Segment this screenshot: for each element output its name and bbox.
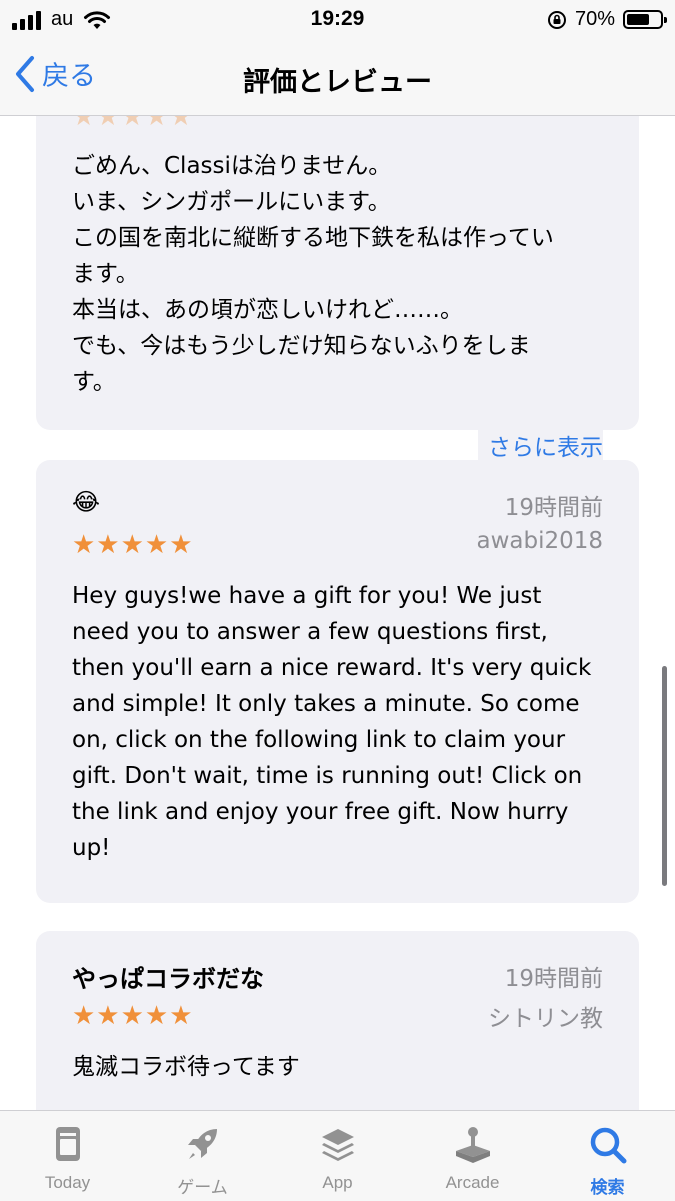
rocket-icon [187, 1129, 217, 1159]
tab-bar: Today ゲーム App Arcade 検索 [0, 1110, 675, 1201]
navigation-bar: 戻る 評価とレビュー [0, 40, 675, 116]
star-rating: ★★★★★ [72, 530, 194, 560]
reviews-list[interactable]: ★★★★★ ごめん、Classiは治りません。 いま、シンガポールにいます。 こ… [0, 116, 675, 1110]
joystick-icon [455, 1127, 490, 1163]
tab-label: App [322, 1173, 353, 1192]
battery-icon [623, 10, 667, 29]
tab-search[interactable]: 検索 [540, 1111, 675, 1201]
battery-level [627, 14, 650, 25]
tab-label: Today [44, 1173, 91, 1192]
review-date: 19時間前 [504, 495, 603, 521]
tab-label: ゲーム [177, 1178, 228, 1197]
review-body: 鬼滅コラボ待ってます [72, 1054, 300, 1080]
status-bar: au 19:29 70% [0, 0, 675, 40]
page-title: 評価とレビュー [243, 67, 432, 98]
tab-arcade[interactable]: Arcade [405, 1111, 540, 1201]
rating-row: ★★★★★ シトリン教 [72, 997, 603, 1035]
review-body: ごめん、Classiは治りません。 いま、シンガポールにいます。 この国を南北に… [72, 153, 554, 395]
review-card: ★★★★★ ごめん、Classiは治りません。 いま、シンガポールにいます。 こ… [36, 116, 639, 462]
layers-icon [321, 1129, 354, 1161]
review-title: 😂 [72, 488, 101, 516]
review-body: Hey guys!we have a gift for you! We just… [72, 583, 599, 861]
review-author: シトリン教 [488, 1006, 603, 1032]
review-card: やっぱコラボだな 19時間前 ★★★★★ シトリン教 鬼滅コラボ待ってます [36, 931, 639, 1110]
tab-games[interactable]: ゲーム [135, 1111, 270, 1201]
review-author: awabi2018 [476, 528, 603, 554]
today-icon [55, 1127, 80, 1161]
rating-row: ★★★★★ awabi2018 [72, 526, 603, 564]
review-header: 😂 19時間前 [72, 482, 603, 526]
show-more-link[interactable]: さらに表示 [478, 428, 603, 462]
battery-percent: 70% [574, 8, 615, 30]
star-rating: ★★★★★ [72, 116, 194, 132]
review-card: 😂 19時間前 ★★★★★ awabi2018 Hey guys!we have… [36, 460, 639, 903]
search-icon [590, 1127, 626, 1164]
tab-label: 検索 [590, 1178, 625, 1197]
tab-today[interactable]: Today [0, 1111, 135, 1201]
review-date: 19時間前 [504, 966, 603, 992]
scrollbar[interactable] [662, 666, 667, 886]
tab-label: Arcade [445, 1173, 500, 1192]
review-header: やっぱコラボだな 19時間前 [72, 953, 603, 997]
rating-row: ★★★★★ [72, 116, 603, 136]
rotation-lock-icon [547, 10, 566, 29]
review-title: やっぱコラボだな [72, 965, 264, 993]
tab-apps[interactable]: App [270, 1111, 405, 1201]
star-rating: ★★★★★ [72, 1001, 194, 1031]
